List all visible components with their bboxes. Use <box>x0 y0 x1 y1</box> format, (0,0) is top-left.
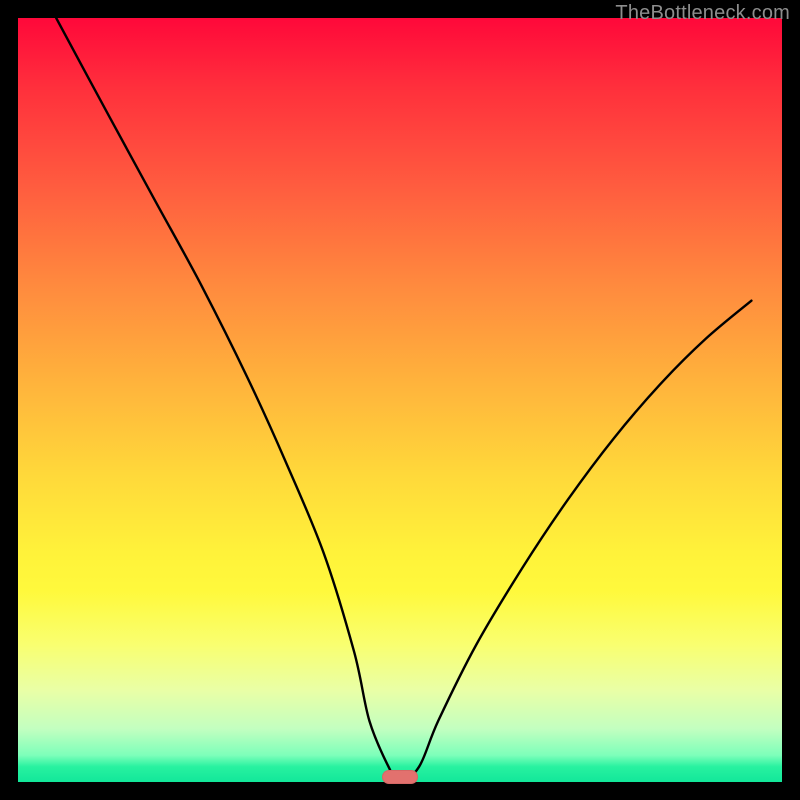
bottleneck-curve <box>18 18 782 782</box>
watermark-text: TheBottleneck.com <box>615 2 790 25</box>
plot-area <box>18 18 782 782</box>
chart-frame: TheBottleneck.com <box>0 0 800 800</box>
minimum-marker <box>382 770 418 784</box>
